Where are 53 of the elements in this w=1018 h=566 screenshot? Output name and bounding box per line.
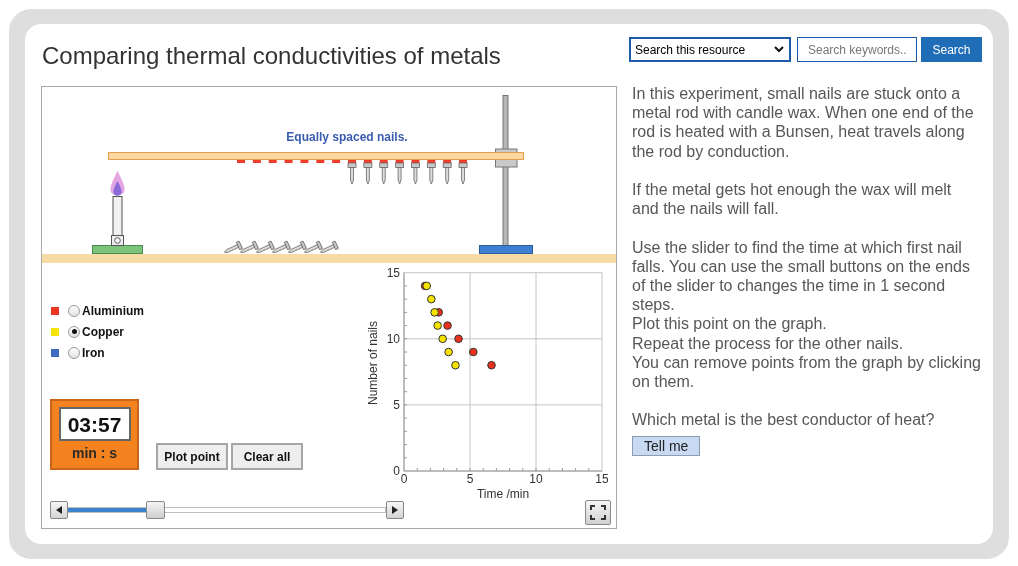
paragraph: Plot this point on the graph. [632, 314, 828, 334]
bunsen-burner [92, 196, 143, 254]
metal-label[interactable]: Aluminium [82, 303, 144, 318]
axis-tick-label: 5 [466, 472, 474, 486]
search-button[interactable]: Search [921, 37, 982, 62]
slider-thumb[interactable] [145, 501, 165, 519]
axis-tick-label: 10 [529, 472, 543, 486]
scope-dropdown[interactable]: Search this resource [629, 37, 791, 62]
clear-all-button[interactable]: Clear all [231, 443, 303, 470]
data-point[interactable] [487, 360, 496, 370]
time-readout: 03:57 [58, 407, 131, 441]
data-point[interactable] [451, 360, 460, 370]
radio-button[interactable] [68, 304, 80, 317]
data-point[interactable] [454, 334, 463, 344]
time-unit-label: min : s [71, 444, 118, 462]
data-point[interactable] [430, 308, 439, 317]
axis-tick-label: 15 [386, 265, 400, 280]
tell-me-button[interactable]: Tell me [632, 435, 701, 456]
fullscreen-icon [590, 505, 606, 520]
right-triangle-icon [392, 506, 398, 514]
axis-tick-label: 0 [393, 464, 400, 478]
paragraph: Use the slider to find the time at which first nail falls. You can use the small buttons on the ends of the slider to changes the time in 1 second steps. [632, 237, 971, 315]
data-point[interactable] [469, 347, 478, 357]
data-point[interactable] [427, 294, 436, 304]
paragraph: If the metal gets hot enough the wax will melt and the nails will fall. [632, 180, 953, 219]
axis-tick-label: 15 [595, 472, 609, 486]
plot-point-button[interactable]: Plot point [156, 443, 228, 470]
page-title: Comparing thermal conductivities of metals [42, 41, 502, 71]
axis-tick-label: 10 [386, 331, 400, 346]
axis-tick-label: 0 [400, 472, 408, 486]
caption-text: Equally spaced nails. [286, 130, 408, 144]
fullscreen-button[interactable] [585, 500, 611, 525]
radio-button[interactable] [68, 325, 80, 338]
metal-label[interactable]: Iron [82, 345, 105, 360]
axis-title: Number of nails [366, 321, 380, 405]
slider-back-button[interactable] [50, 501, 68, 519]
paragraph: You can remove points from the graph by clicking on them. [632, 352, 982, 392]
data-point[interactable] [422, 281, 431, 291]
left-triangle-icon [56, 506, 62, 514]
data-point[interactable] [433, 321, 442, 330]
chevron-down-icon [774, 46, 784, 53]
radio-button[interactable] [68, 346, 80, 359]
data-point[interactable] [444, 347, 453, 357]
axis-title: Time /min [476, 487, 530, 500]
data-point[interactable] [438, 334, 447, 344]
data-point[interactable] [443, 321, 452, 330]
slider-forward-button[interactable] [386, 501, 404, 519]
paragraph: In this experiment, small nails are stuck onto a metal rod with candle wax. When one end of the rod is heated with a Bunsen, heat travels along the rod by conduction. [632, 84, 975, 161]
axis-tick-label: 5 [393, 397, 400, 412]
metal-label[interactable]: Copper [82, 324, 124, 339]
paragraph: Which metal is the best conductor of heat? [632, 410, 936, 430]
paragraph: Repeat the process for the other nails. [632, 333, 905, 353]
search-field[interactable]: Search keywords.. [797, 37, 917, 62]
